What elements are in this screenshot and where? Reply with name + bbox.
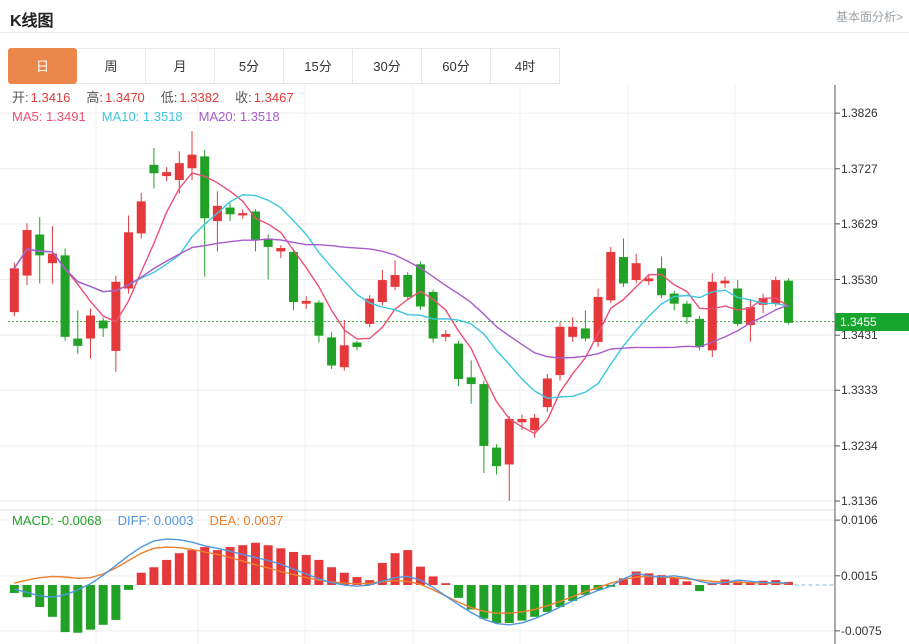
ohlc-low: 低: 1.3382: [161, 89, 219, 107]
legend-ma20: MA20: 1.3518: [199, 108, 280, 126]
legend-dea: DEA: 0.0037: [209, 512, 283, 530]
ohlc-high: 高: 1.3470: [86, 89, 144, 107]
price-axis-tick: 1.3136: [841, 493, 878, 509]
ohlc-legend: 开: 1.3416 高: 1.3470 低: 1.3382 收: 1.3467: [12, 89, 310, 107]
legend-macd: MACD: -0.0068: [12, 512, 102, 530]
low-label: 低:: [161, 89, 178, 107]
high-label: 高:: [86, 89, 103, 107]
legend-ma10: MA10: 1.3518: [102, 108, 183, 126]
kline-widget: K线图 基本面分析> 日周月5分15分30分60分4时 开: 1.3416 高:…: [0, 0, 909, 644]
price-axis-tick: 1.3333: [841, 382, 878, 398]
open-label: 开:: [12, 89, 29, 107]
legend-diff: DIFF: 0.0003: [118, 512, 194, 530]
macd-legend: MACD: -0.0068 DIFF: 0.0003 DEA: 0.0037: [12, 512, 299, 530]
close-value: 1.3467: [254, 89, 294, 107]
open-value: 1.3416: [31, 89, 71, 107]
price-axis-tick: 1.3234: [841, 438, 878, 454]
macd-axis-tick: 0.0015: [841, 568, 878, 584]
macd-axis-tick: 0.0106: [841, 512, 878, 528]
macd-axis-tick: -0.0075: [841, 623, 882, 639]
high-value: 1.3470: [105, 89, 145, 107]
low-value: 1.3382: [179, 89, 219, 107]
close-label: 收:: [235, 89, 252, 107]
price-axis-tick: 1.3826: [841, 105, 878, 121]
ohlc-open: 开: 1.3416: [12, 89, 70, 107]
ohlc-close: 收: 1.3467: [235, 89, 293, 107]
legend-ma5: MA5: 1.3491: [12, 108, 86, 126]
price-axis-tick: 1.3727: [841, 161, 878, 177]
price-axis-tick: 1.3629: [841, 216, 878, 232]
price-badge: 1.3455: [835, 313, 909, 331]
price-axis-tick: 1.3530: [841, 272, 878, 288]
ma-legend: MA5: 1.3491 MA10: 1.3518 MA20: 1.3518: [12, 108, 296, 126]
